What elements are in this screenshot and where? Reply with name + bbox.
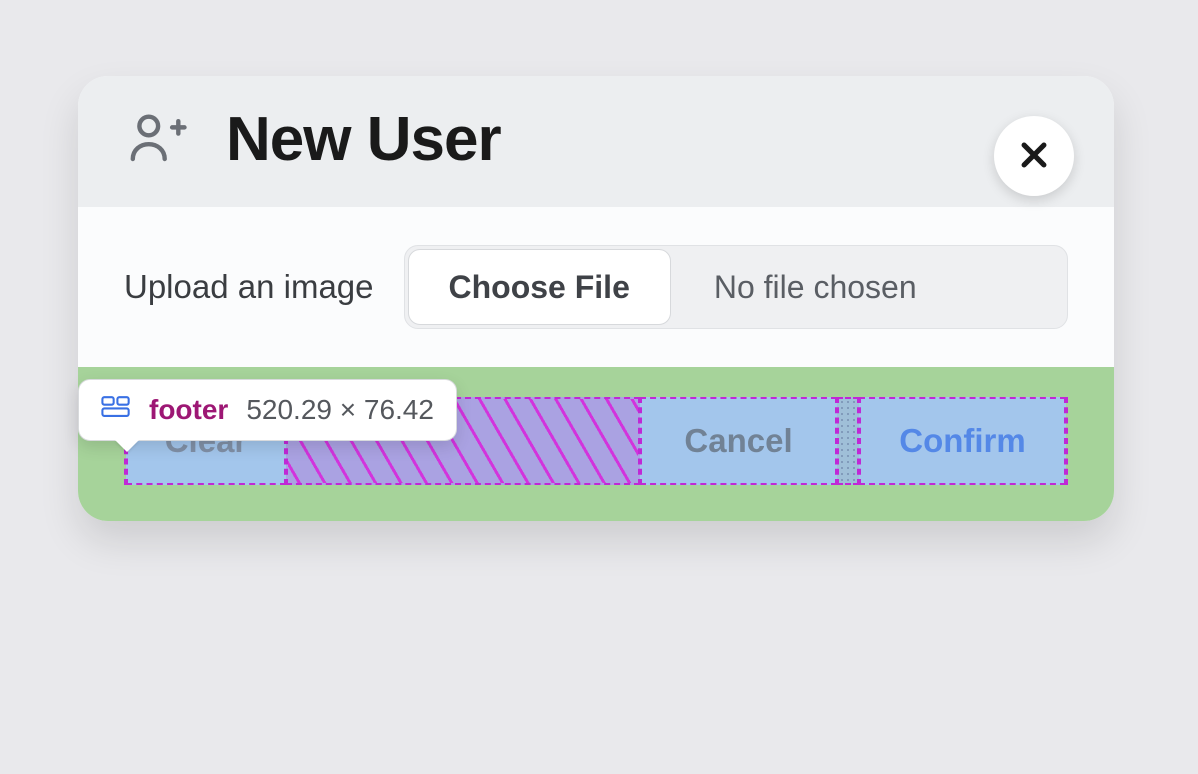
user-plus-icon [124,104,190,175]
devtools-inspect-tooltip: footer 520.29 × 76.42 [78,379,457,441]
close-button[interactable] [994,116,1074,196]
choose-file-button[interactable]: Choose File [408,249,671,325]
new-user-dialog: New User Upload an image Choose File No … [78,76,1114,521]
dialog-body: Upload an image Choose File No file chos… [78,207,1114,367]
tooltip-dimensions: 520.29 × 76.42 [246,394,434,426]
dialog-header: New User [78,76,1114,207]
flex-layout-icon [101,394,131,426]
upload-row: Upload an image Choose File No file chos… [124,245,1068,329]
file-status-text: No file chosen [674,246,1067,328]
confirm-button[interactable]: Confirm [859,397,1066,485]
close-icon [1017,138,1051,175]
file-input[interactable]: Choose File No file chosen [404,245,1069,329]
cancel-button[interactable]: Cancel [640,397,837,485]
flex-margin-region [837,397,859,485]
dialog-title: New User [226,104,501,175]
tooltip-element-name: footer [149,394,228,426]
upload-label: Upload an image [124,268,374,306]
